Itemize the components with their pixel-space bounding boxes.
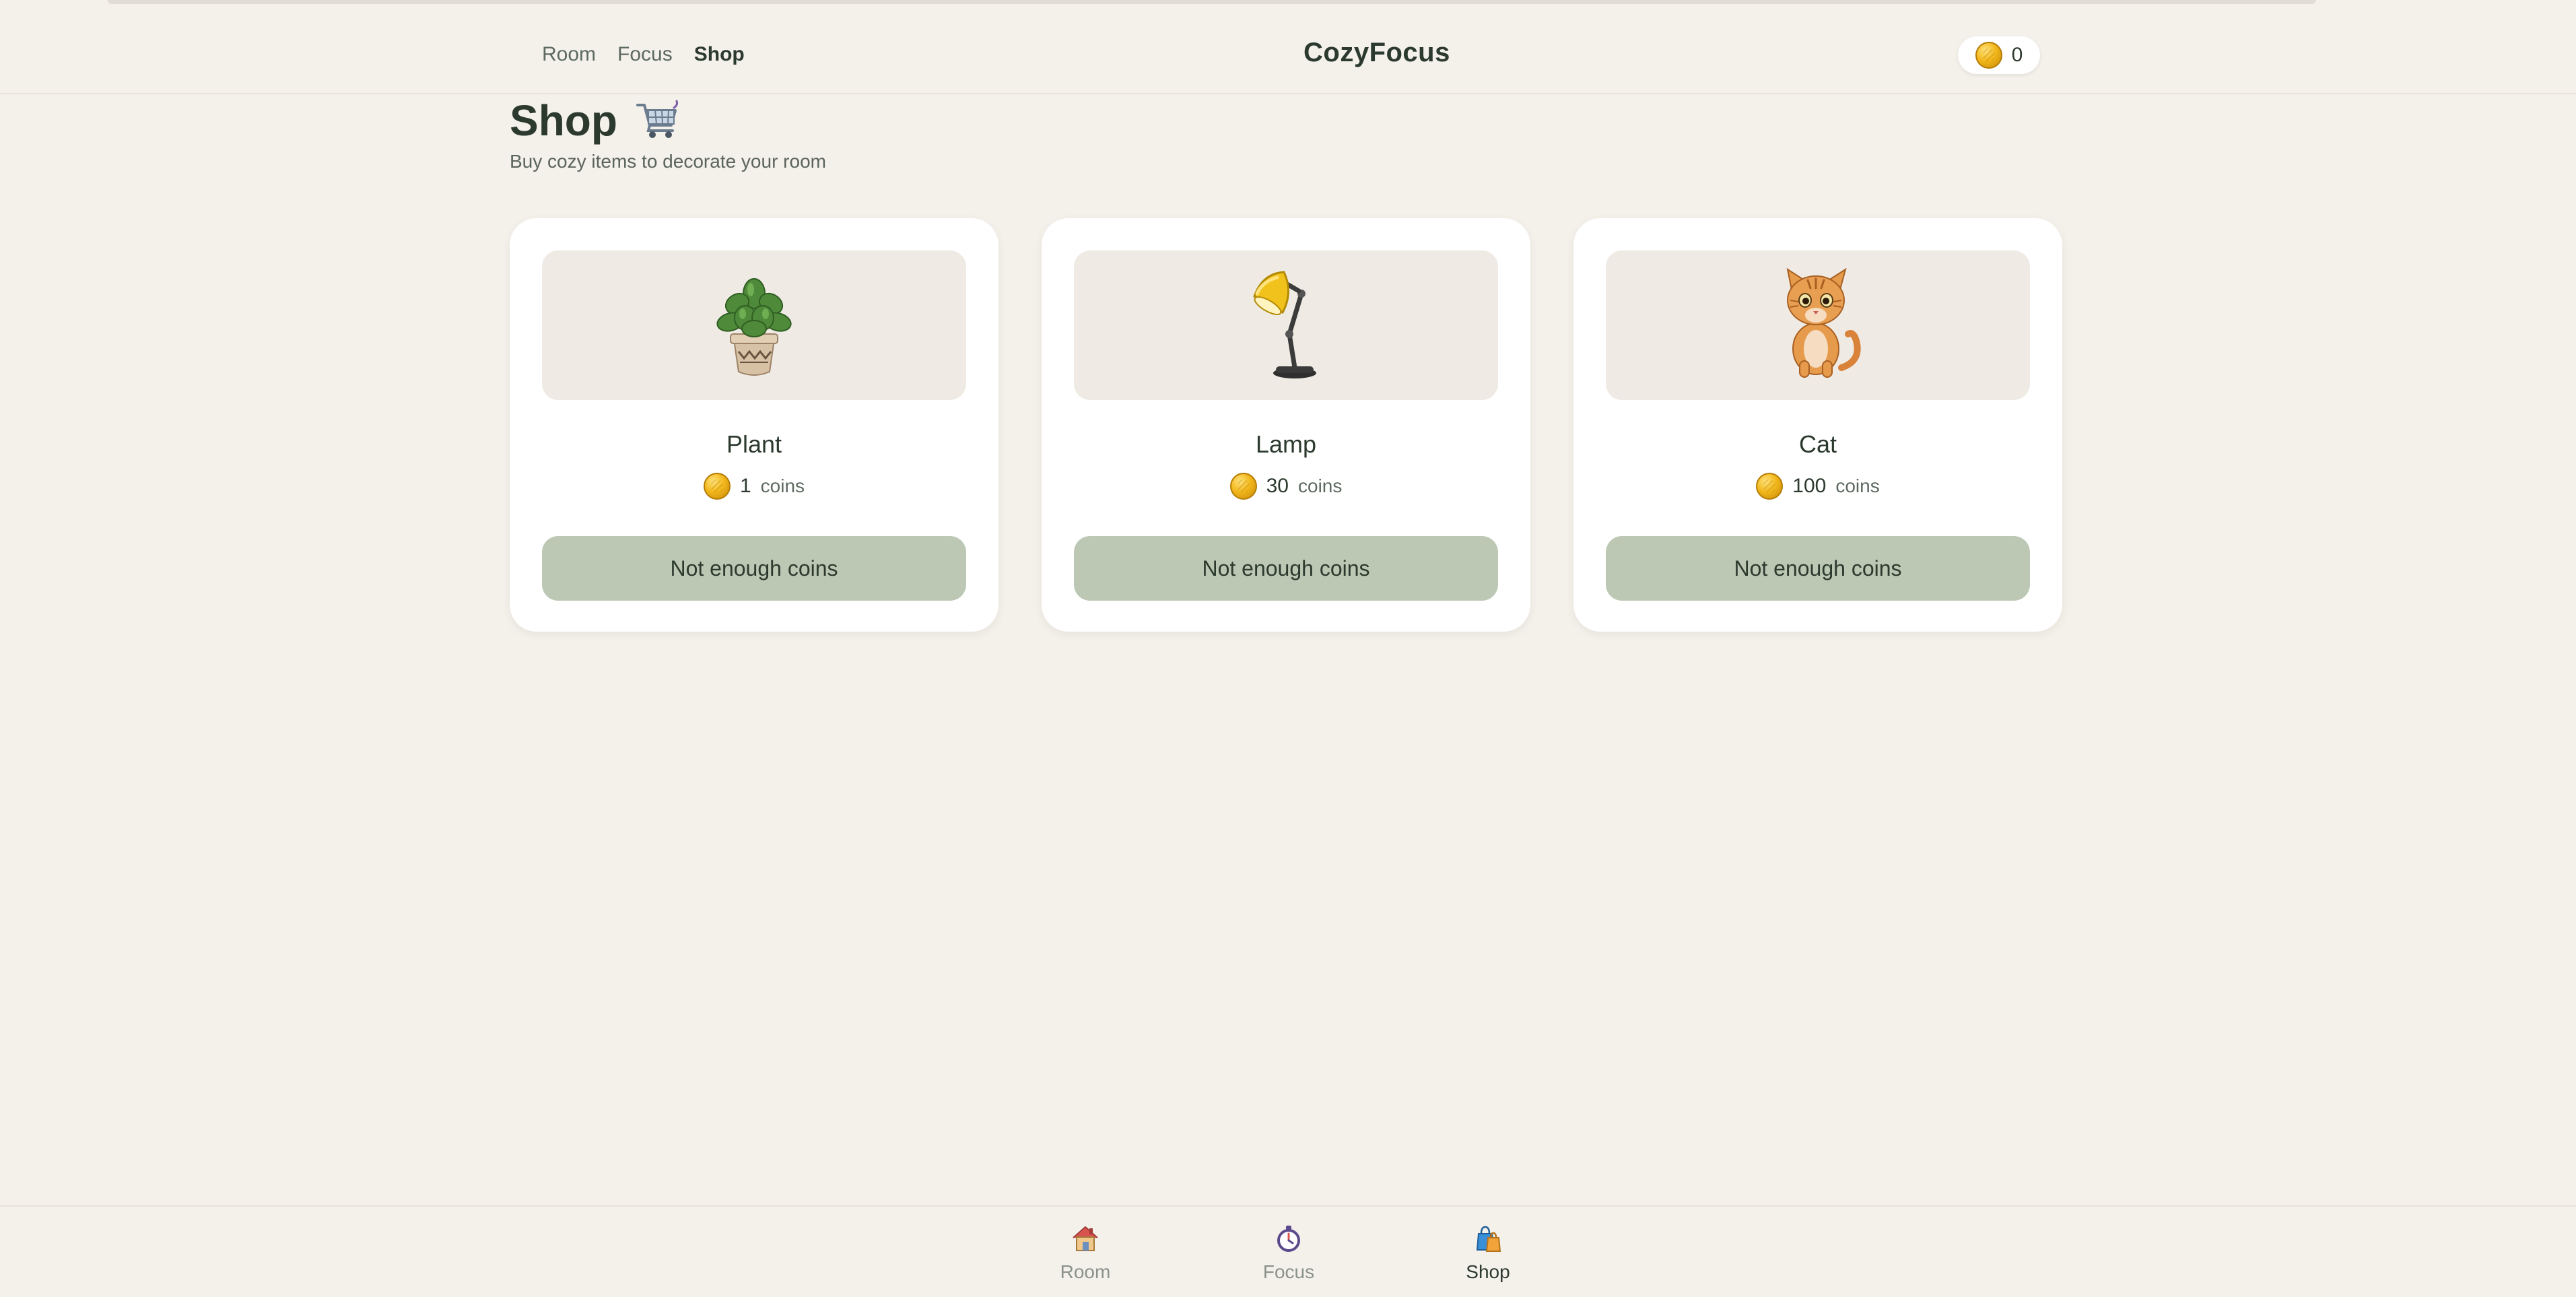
bottom-tab-bar: Room Focus Shop [0,1205,2576,1297]
potted-plant-icon [704,267,805,385]
buy-lamp-button[interactable]: Not enough coins [1074,536,1498,601]
item-name: Plant [726,430,782,458]
buy-plant-button[interactable]: Not enough coins [542,536,966,601]
item-price-unit: coins [1835,475,1880,496]
page-title-row: Shop [510,96,679,145]
page-subtitle: Buy cozy items to decorate your room [510,151,826,172]
top-header: Room Focus Shop CozyFocus 0 [0,4,2576,94]
stopwatch-icon [1275,1224,1303,1256]
shop-card-lamp: Lamp 30 coins Not enough coins [1042,218,1530,632]
item-price: 100 coins [1573,473,2062,500]
shop-item-grid: Plant 1 coins Not enough coins Lamp 30 c… [510,218,2062,632]
item-price-value: 100 [1792,475,1827,497]
tab-shop[interactable]: Shop [1434,1224,1542,1283]
tab-room[interactable]: Room [1031,1224,1139,1283]
coin-balance-count: 0 [2011,44,2023,66]
item-image-frame [542,251,966,400]
item-price: 1 coins [510,473,998,500]
item-price-value: 30 [1266,475,1289,497]
page-title: Shop [510,96,617,145]
desk-lamp-icon [1242,267,1330,385]
coin-icon [1229,473,1257,500]
cat-icon [1767,267,1868,385]
item-price: 30 coins [1042,473,1530,500]
item-price-unit: coins [760,475,805,496]
coin-balance-badge: 0 [1958,36,2040,74]
shop-card-cat: Cat 100 coins Not enough coins [1573,218,2062,632]
brand-logo[interactable]: CozyFocus [1303,38,1450,68]
item-price-unit: coins [1298,475,1343,496]
item-name: Cat [1798,430,1837,458]
top-nav: Room Focus Shop [531,39,755,70]
nav-link-focus[interactable]: Focus [607,39,683,70]
item-image-frame [1606,251,2030,400]
tab-shop-label: Shop [1466,1261,1510,1282]
shop-card-plant: Plant 1 coins Not enough coins [510,218,998,632]
shopping-cart-icon [635,98,679,143]
item-name: Lamp [1255,430,1317,458]
coin-icon [703,473,731,500]
nav-link-room[interactable]: Room [531,39,607,70]
buy-cat-button[interactable]: Not enough coins [1606,536,2030,601]
tab-room-label: Room [1060,1261,1111,1282]
cozyfocus-app: Room Focus Shop CozyFocus 0 Shop Buy coz… [0,0,2576,1297]
nav-link-shop[interactable]: Shop [683,39,755,70]
item-image-frame [1074,251,1498,400]
tab-focus[interactable]: Focus [1235,1224,1343,1283]
item-price-value: 1 [739,475,751,497]
tab-focus-label: Focus [1262,1261,1315,1282]
house-icon [1071,1224,1100,1256]
shopping-bags-icon [1473,1224,1503,1256]
coin-icon [1975,42,2002,69]
coin-icon [1756,473,1784,500]
